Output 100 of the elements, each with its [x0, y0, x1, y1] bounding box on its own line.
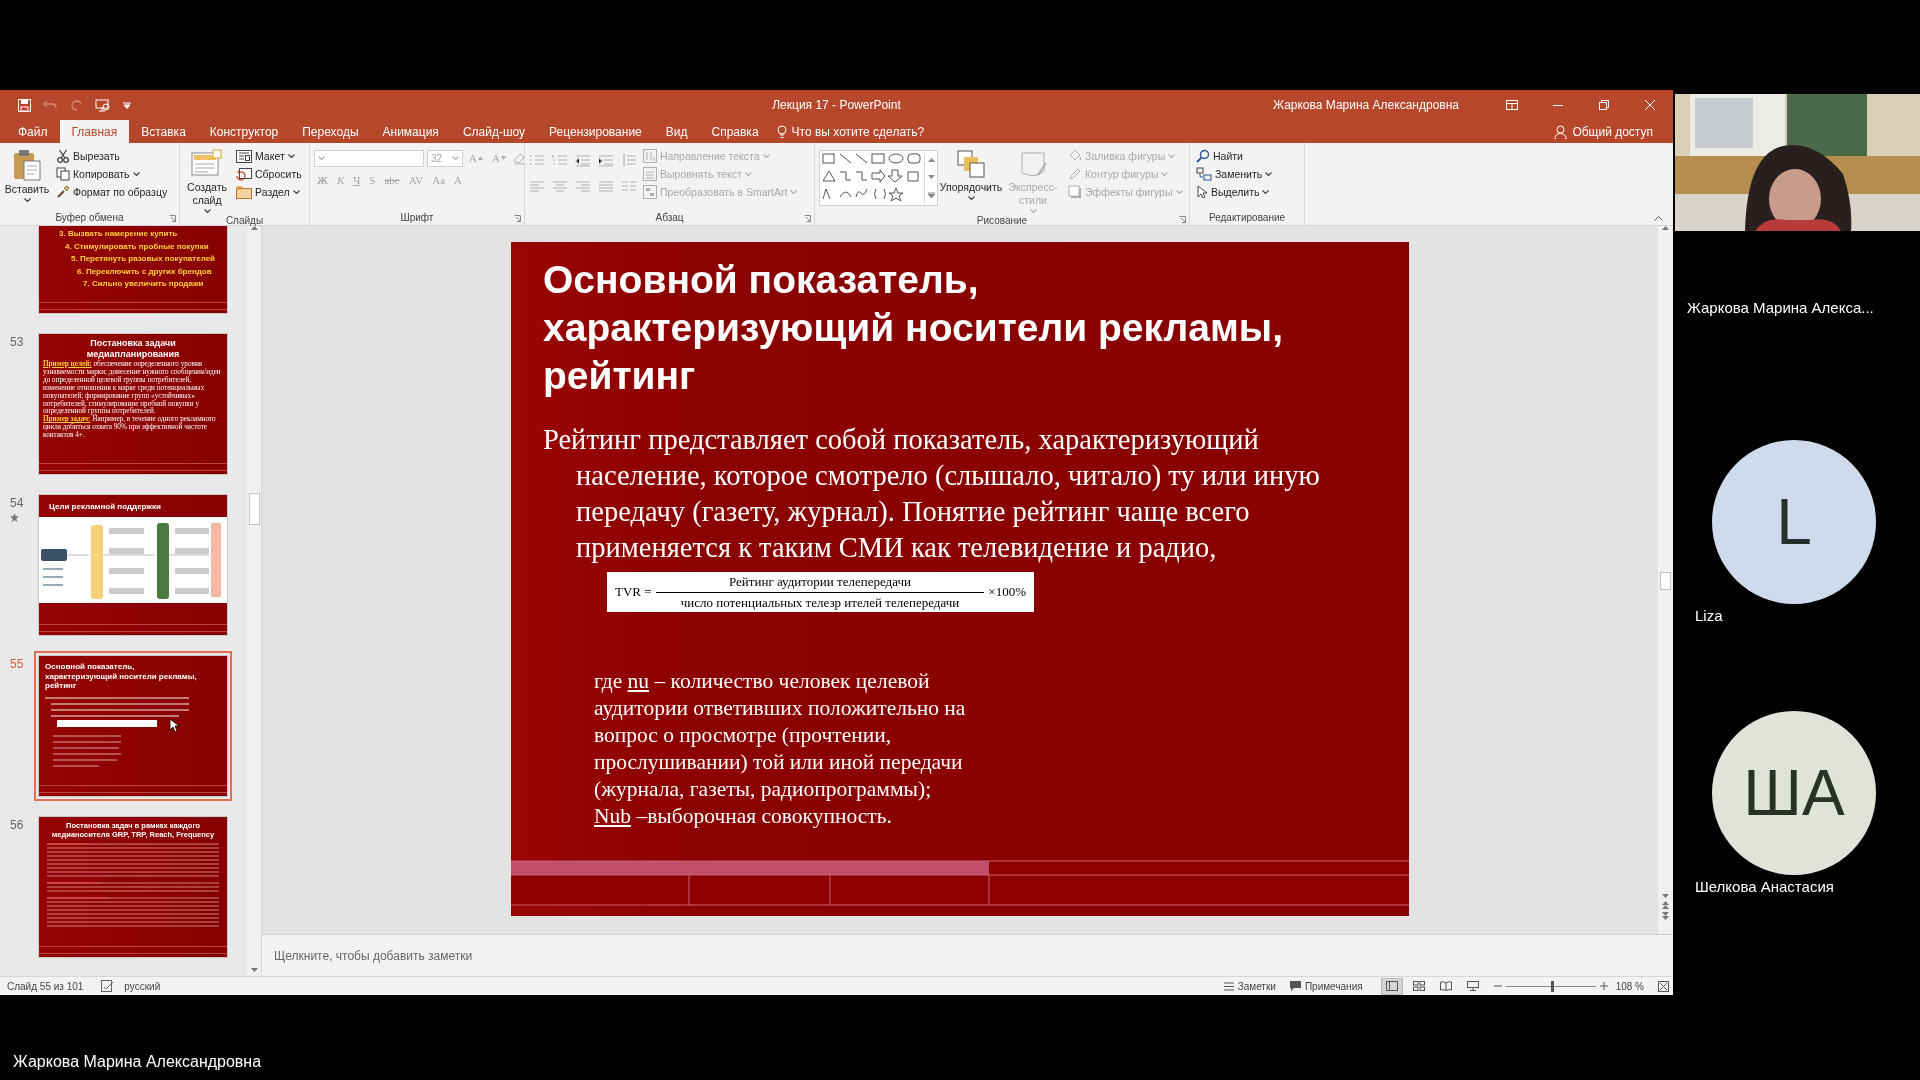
customize-icon[interactable]: [123, 101, 131, 109]
formula-numerator: Рейтинг аудитории телепередачи: [729, 573, 911, 590]
ribbon-tab[interactable]: Файл: [6, 120, 60, 143]
slide-number: 54: [10, 496, 25, 510]
scroll-thumb[interactable]: [1660, 572, 1671, 590]
zoom-in-icon[interactable]: [1599, 982, 1608, 990]
ribbon-tab[interactable]: Справка: [699, 120, 771, 143]
notes-button[interactable]: Заметки: [1223, 980, 1276, 992]
scroll-down-icon[interactable]: [927, 175, 935, 179]
dialog-launcher-icon[interactable]: [169, 215, 176, 222]
ribbon-tab[interactable]: Вставка: [129, 120, 198, 143]
caret-icon: [967, 196, 975, 200]
scrollbar[interactable]: [1658, 226, 1673, 934]
save-icon[interactable]: [18, 98, 31, 112]
ribbon-button[interactable]: Создать слайд: [184, 147, 230, 215]
up-arrow-icon: [477, 156, 483, 160]
slide-text: 3. Вызвать намерение купить: [59, 229, 178, 238]
ribbon-button[interactable]: Формат по образцу: [54, 183, 170, 201]
group-label: Шрифт: [400, 212, 434, 223]
projector-icon: [1466, 981, 1479, 991]
effects-icon: [1068, 185, 1082, 199]
align-text-icon: [643, 167, 657, 181]
slide-thumbnail[interactable]: 3. Вызвать намерение купить 4. Стимулировать пробные покупки 5. Перетянуть разовых покупателей 6. Переключить с других брендов 7. Сильно увеличить продажи: [38, 226, 228, 314]
ribbon-button[interactable]: Выделить: [1194, 183, 1275, 201]
comments-button[interactable]: Примечания: [1289, 980, 1363, 992]
smartart-icon: [643, 185, 657, 199]
slide-paragraph: Рейтинг представляет собой показатель, характеризующий население, которое смотрело (слышало, читало) ту или иную передачу (газету, журнал). Понятие рейтинг чаще всего применяется к таким СМИ как телевидение и радио,: [543, 423, 1321, 565]
shapes-gallery[interactable]: [819, 150, 938, 206]
ribbon-tab[interactable]: Слайд-шоу: [450, 120, 538, 143]
star-icon: [10, 513, 19, 522]
participant-name: Шелкова Анастасия: [1695, 878, 1835, 895]
participant-name: Liza: [1695, 607, 1724, 624]
ribbon-button[interactable]: Упорядочить: [942, 147, 1000, 215]
slide-title: Постановка задачи медиапланирования: [85, 337, 181, 360]
zoom-level[interactable]: 108 %: [1615, 980, 1644, 992]
ribbon-tab[interactable]: Переходы: [290, 120, 371, 143]
collapse-ribbon-icon[interactable]: [1654, 216, 1663, 221]
ribbon-button[interactable]: Найти: [1194, 147, 1275, 165]
language-label[interactable]: русский: [124, 980, 161, 992]
decrease-indent-icon[interactable]: [575, 153, 591, 167]
scroll-thumb[interactable]: [248, 493, 260, 525]
copy-icon: [56, 167, 70, 181]
paste-icon: [12, 149, 42, 181]
ribbon-button[interactable]: Макет: [234, 147, 304, 165]
scroll-up-icon[interactable]: [927, 157, 935, 162]
arrange-icon: [956, 149, 986, 179]
spellcheck-icon[interactable]: [101, 980, 115, 992]
group-label: Слайды: [225, 215, 264, 226]
group-label: Абзац: [655, 212, 684, 223]
ribbon-tab[interactable]: Рецензирование: [537, 120, 654, 143]
ribbon-tab[interactable]: Конструктор: [197, 120, 291, 143]
ribbon-tab[interactable]: Главная: [59, 120, 130, 143]
ribbon-button[interactable]: Раздел: [234, 183, 304, 201]
scissors-icon: [56, 149, 70, 163]
slide-thumbnail[interactable]: [38, 333, 228, 475]
share-button[interactable]: Общий доступ: [1554, 120, 1653, 143]
avatar-initials: L: [1776, 485, 1812, 559]
slide-paragraph: Nub –выборочная совокупность.: [594, 803, 893, 830]
clear-format-icon[interactable]: [511, 151, 526, 165]
dialog-launcher-icon[interactable]: [1179, 216, 1186, 223]
font-name-field[interactable]: [314, 149, 424, 167]
scrollbar[interactable]: [247, 226, 261, 976]
section-icon: [236, 185, 252, 199]
slide-paragraph: где nu – количество человек целевой аудитории ответивших положительно на вопрос о просмотре (прочтении, прослушивании) той или иной передачи (журнала, газеты, радиопрограммы);: [594, 668, 967, 803]
presentation-icon[interactable]: [95, 98, 111, 112]
notes-field[interactable]: Щелкните, чтобы добавить заметки: [262, 934, 1673, 976]
undo-icon[interactable]: [43, 99, 57, 111]
scroll-down-icon[interactable]: [1662, 894, 1669, 898]
dialog-launcher-icon[interactable]: [804, 215, 811, 222]
ribbon-button[interactable]: Вырезать: [54, 147, 170, 165]
ribbon-button[interactable]: Заменить: [1194, 165, 1275, 183]
next-slide-icon[interactable]: [1662, 912, 1669, 920]
ribbon-button[interactable]: Сбросить: [234, 165, 304, 183]
restore-icon: [1599, 100, 1609, 110]
grid-view-icon: [1412, 981, 1425, 991]
ribbon-tab[interactable]: Вид: [653, 120, 700, 143]
fit-slide-icon[interactable]: [1658, 980, 1669, 992]
ribbon-tab[interactable]: Анимация: [370, 120, 451, 143]
brush-icon: [56, 185, 70, 199]
view-button[interactable]: [1380, 977, 1403, 995]
caret-icon: [1265, 172, 1273, 176]
redo-icon[interactable]: [69, 99, 83, 111]
ribbon-button[interactable]: Копировать: [54, 165, 170, 183]
zoom-out-icon[interactable]: [1493, 982, 1502, 990]
tell-me-field[interactable]: Что вы хотите сделать?: [776, 120, 925, 143]
window-title: Лекция 17 - PowerPoint: [772, 98, 901, 112]
reset-icon: [236, 167, 252, 181]
slide-counter: Слайд 55 из 101: [7, 980, 84, 992]
caret-icon: [1175, 190, 1183, 194]
caret-icon: [318, 156, 325, 160]
formula-denominator: число потенциальных телезр ителей телепередачи: [680, 594, 960, 611]
increase-indent-icon[interactable]: [598, 153, 614, 167]
slide-thumbnail[interactable]: Цели рекламной поддержки: [38, 494, 228, 636]
previous-slide-icon[interactable]: [1662, 901, 1669, 909]
scroll-down-icon[interactable]: [250, 968, 258, 972]
dialog-launcher-icon[interactable]: [514, 215, 521, 222]
more-icon[interactable]: [927, 192, 935, 199]
ribbon-button[interactable]: Вставить: [4, 147, 50, 210]
slide-number: 55: [10, 657, 25, 671]
shape-styles-icon: [1018, 149, 1048, 179]
